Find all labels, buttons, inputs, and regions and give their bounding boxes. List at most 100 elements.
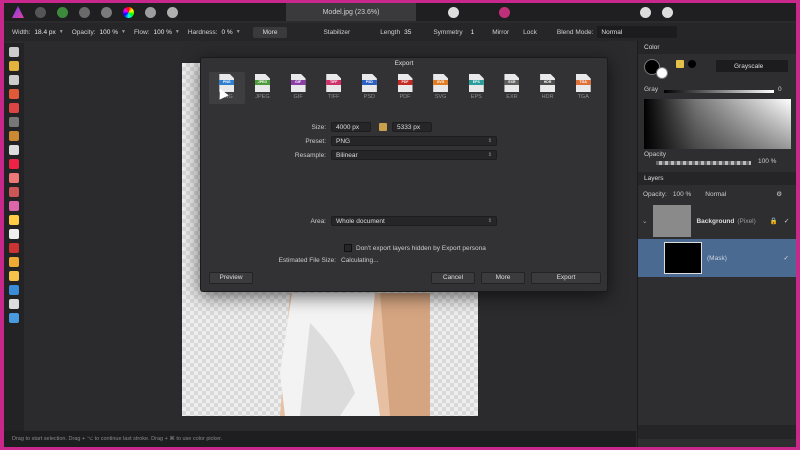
export-button[interactable]: Export [531, 272, 601, 284]
curves-icon[interactable] [167, 6, 178, 18]
gray-value[interactable]: 0 [778, 86, 782, 93]
format-option-eps[interactable]: EPS EPS [458, 72, 494, 104]
visibility-check-icon[interactable]: ✓ [784, 254, 789, 262]
format-option-png[interactable]: PNG PNG [209, 72, 245, 104]
color-opacity-slider[interactable] [656, 161, 751, 165]
selection-brush-tool-icon[interactable] [9, 103, 19, 113]
marquee-tool-icon[interactable] [9, 117, 19, 127]
symmetry-control[interactable]: Symmetry 1 [433, 29, 474, 36]
format-option-tiff[interactable]: TIFF TIFF [316, 72, 352, 104]
format-option-svg[interactable]: SVG SVG [423, 72, 459, 104]
format-option-tga[interactable]: TGA TGA [565, 72, 601, 104]
blend-mode-control[interactable]: Blend Mode: Normal [557, 26, 678, 38]
share-icon[interactable] [101, 6, 112, 18]
assistant-icon[interactable] [448, 6, 459, 18]
lock-icon[interactable]: 🔒 [770, 217, 778, 225]
blur-tool-icon[interactable] [9, 201, 19, 211]
gear-icon[interactable]: ⚙ [776, 190, 782, 198]
flow-value[interactable]: 100 % [153, 29, 171, 36]
pen-tool-icon[interactable] [9, 271, 19, 281]
app-logo-icon[interactable] [12, 6, 24, 18]
brush-tool-icon[interactable] [9, 159, 19, 169]
format-option-gif[interactable]: GIF GIF [280, 72, 316, 104]
area-select[interactable]: Whole document ⇕ [331, 216, 497, 226]
size-width-field[interactable]: 4000 px [331, 122, 371, 132]
more-button[interactable]: More [252, 26, 288, 38]
preset-select[interactable]: PNG ⇕ [331, 136, 497, 146]
zoom-tool-icon[interactable] [9, 313, 19, 323]
red-eye-tool-icon[interactable] [9, 243, 19, 253]
preview-button[interactable]: Preview [209, 272, 253, 284]
layers-blend-select[interactable]: Normal [705, 191, 726, 198]
more-button[interactable]: More [481, 272, 525, 284]
grayscale-ramp[interactable] [644, 99, 791, 149]
resample-select[interactable]: Bilinear ⇕ [331, 150, 497, 160]
view-icon[interactable] [640, 6, 651, 18]
symmetry-value[interactable]: 1 [471, 29, 475, 36]
account-icon[interactable] [662, 6, 673, 18]
move-tool-icon[interactable] [9, 47, 19, 57]
lock-toggle[interactable]: Lock [523, 29, 537, 36]
stabilizer-control[interactable]: Stabilizer [323, 29, 350, 36]
color-mode-select[interactable]: Grayscale [716, 60, 788, 72]
length-control[interactable]: Length 35 [380, 29, 411, 36]
dodge-tool-icon[interactable] [9, 187, 19, 197]
format-option-psd[interactable]: PSD PSD [352, 72, 388, 104]
length-value[interactable]: 35 [404, 29, 411, 36]
noise-swatch-icon[interactable] [688, 60, 696, 68]
snapping-icon[interactable] [499, 6, 510, 18]
hardness-control[interactable]: Hardness: 0 % ▼ [188, 29, 241, 36]
chevron-down-icon[interactable]: ▼ [175, 29, 180, 35]
persona-photo-icon[interactable] [35, 6, 46, 18]
format-option-hdr[interactable]: HDR HDR [530, 72, 566, 104]
expand-icon[interactable]: ⌄ [642, 217, 647, 225]
color-opacity-value[interactable]: 100 % [758, 158, 776, 165]
view-tool-icon[interactable] [9, 61, 19, 71]
format-option-jpeg[interactable]: JPEG JPEG [245, 72, 281, 104]
chevron-down-icon[interactable]: ▼ [121, 29, 126, 35]
erase-tool-icon[interactable] [9, 173, 19, 183]
layer-name[interactable]: Background [696, 218, 734, 225]
layers-opacity-value[interactable]: 100 % [673, 191, 691, 198]
layers-panel-tab[interactable]: Layers [638, 172, 796, 185]
levels-icon[interactable] [145, 6, 156, 18]
persona-liquify-icon[interactable] [57, 6, 68, 18]
color-wheel-icon[interactable] [123, 6, 134, 18]
color-picker-tool-icon[interactable] [9, 145, 19, 155]
layer-row[interactable]: (Mask) ✓ [638, 239, 796, 277]
chevron-down-icon[interactable]: ▼ [236, 29, 241, 35]
width-value[interactable]: 18.4 px [34, 29, 55, 36]
flood-fill-tool-icon[interactable] [9, 131, 19, 141]
opacity-control[interactable]: Opacity: 100 % ▼ [72, 29, 126, 36]
color-panel-tab[interactable]: Color [638, 41, 796, 54]
color-picker-icon[interactable] [676, 60, 684, 68]
layer-row[interactable]: ⌄ Background (Pixel) 🔒 ✓ [638, 203, 796, 239]
dont-export-checkbox[interactable] [344, 244, 352, 252]
width-control[interactable]: Width: 18.4 px ▼ [12, 29, 64, 36]
persona-develop-icon[interactable] [79, 6, 90, 18]
cancel-button[interactable]: Cancel [431, 272, 475, 284]
crop-tool-icon[interactable] [9, 75, 19, 85]
lock-icon[interactable] [379, 123, 387, 131]
mirror-toggle[interactable]: Mirror [492, 29, 509, 36]
rectangle-tool-icon[interactable] [9, 285, 19, 295]
visibility-check-icon[interactable]: ✓ [784, 217, 789, 225]
smudge-tool-icon[interactable] [9, 257, 19, 267]
opacity-value[interactable]: 100 % [100, 29, 118, 36]
clone-tool-icon[interactable] [9, 215, 19, 225]
chevron-down-icon[interactable]: ▼ [59, 29, 64, 35]
text-tool-icon[interactable] [9, 299, 19, 309]
format-option-pdf[interactable]: PDF PDF [387, 72, 423, 104]
hardness-value[interactable]: 0 % [221, 29, 232, 36]
document-title[interactable]: Model.jpg (23.6%) [286, 3, 416, 21]
size-height-field[interactable]: 5333 px [392, 122, 432, 132]
secondary-color-swatch[interactable] [656, 67, 668, 79]
flow-control[interactable]: Flow: 100 % ▼ [134, 29, 180, 36]
paint-brush-tool-icon[interactable] [9, 89, 19, 99]
healing-tool-icon[interactable] [9, 229, 19, 239]
stabilizer-label[interactable]: Stabilizer [323, 29, 350, 36]
gray-slider[interactable] [664, 90, 774, 93]
format-option-exr[interactable]: EXR EXR [494, 72, 530, 104]
blend-mode-select[interactable]: Normal [597, 26, 678, 38]
layer-name[interactable]: (Mask) [707, 255, 727, 262]
